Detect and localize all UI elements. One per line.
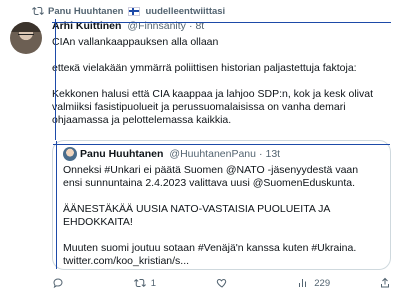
quote-paragraph: ÄÄNESTÄKÄÄ UUSIA NATO-VASTAISIA PUOLUEIT… <box>63 203 330 228</box>
tweet-paragraph: CIAn vallankaappauksen alla ollaan <box>52 36 219 48</box>
tweet-header: Arhi Kuittinen @Finnsanity · 8t <box>52 20 205 32</box>
heart-icon <box>216 278 226 288</box>
like-button[interactable] <box>216 277 298 289</box>
retweet-button[interactable]: 1 <box>133 277 216 289</box>
quote-paragraph: Onneksi #Unkari ei päätä Suomen @NATO -j… <box>63 164 359 189</box>
tweet-paragraph: etteкä vielakään ymmärrä poliittisen his… <box>52 62 357 74</box>
finland-flag-icon <box>128 6 141 16</box>
retweet-suffix: uudelleentwiittasi <box>145 5 226 17</box>
retweet-context: Panu Huuhtanen uudelleentwiittasi <box>32 4 393 18</box>
quote-author-avatar <box>63 147 77 161</box>
views-icon <box>299 279 307 287</box>
views-button[interactable]: 229 <box>297 277 379 289</box>
retweet-icon <box>32 6 44 16</box>
views-count: 229 <box>314 277 331 289</box>
tweet-paragraph: Kekkonen halusi että CIA kaappaa ja lahj… <box>52 88 374 126</box>
quote-text: Onneksi #Unkari ei päätä Suomen @NATO -j… <box>63 164 380 268</box>
tweet-text: CIAn vallankaappauksen alla ollaan etteк… <box>52 36 391 127</box>
action-bar: 1 229 <box>52 276 391 290</box>
author-avatar[interactable] <box>10 22 42 54</box>
reply-button[interactable] <box>52 277 134 289</box>
reply-icon <box>53 278 63 289</box>
quote-time: 13t <box>265 148 281 160</box>
share-button[interactable] <box>379 277 391 289</box>
tweet: Arhi Kuittinen @Finnsanity · 8t CIAn val… <box>52 19 391 140</box>
quote-author-handle: @HuuhtanenPanu <box>169 148 256 160</box>
retweet-count: 1 <box>150 277 157 289</box>
retweeter-name[interactable]: Panu Huuhtanen <box>48 6 123 17</box>
share-icon <box>381 277 389 288</box>
quote-paragraph: Muuten suomi joutuu sotaan #Venäjä'n kan… <box>63 242 357 267</box>
retweet-icon <box>133 278 146 288</box>
quoted-tweet[interactable]: Panu Huuhtanen @HuuhtanenPanu · 13t Onne… <box>52 140 391 270</box>
quote-header: Panu Huuhtanen @HuuhtanenPanu · 13t <box>63 147 380 161</box>
quote-author-name: Panu Huuhtanen <box>80 148 164 160</box>
